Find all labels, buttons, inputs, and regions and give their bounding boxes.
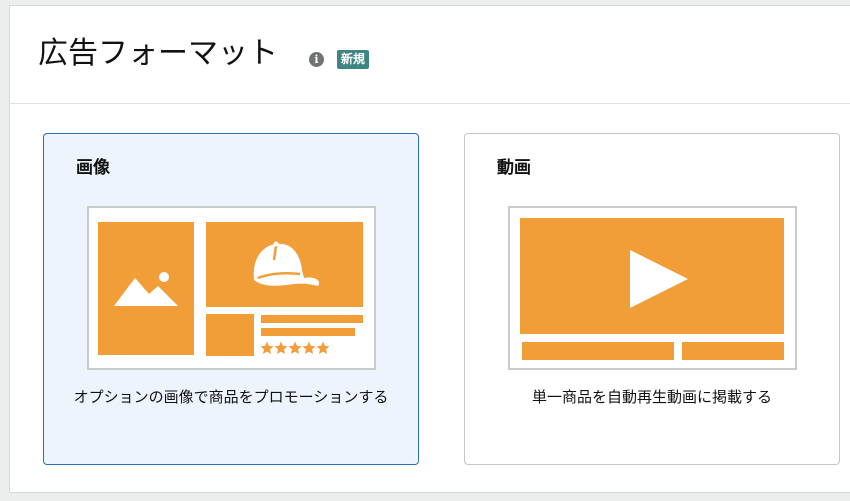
image-format-card[interactable]: 画像 オプションの画像で商品をプロモーションする: [43, 133, 419, 465]
video-ad-illustration: [508, 206, 797, 370]
ad-format-panel: 広告フォーマット i 新規 画像 オプションの画像で商品をプロモーションする 動…: [9, 5, 850, 493]
text-line-1: [261, 315, 363, 323]
text-line-2: [261, 328, 355, 336]
video-caption-bar-2: [682, 342, 784, 360]
video-player-block: [520, 218, 784, 334]
page-title: 広告フォーマット: [38, 36, 278, 71]
new-badge: 新規: [337, 50, 370, 69]
product-image-block: [206, 222, 363, 307]
image-placeholder-block: [98, 222, 194, 355]
play-icon: [630, 250, 688, 308]
cap-icon: [253, 241, 320, 286]
star-rating-icon: [260, 341, 330, 354]
mountain-image-icon: [114, 272, 178, 306]
video-caption-bar-1: [522, 342, 674, 360]
panel-header: 広告フォーマット i 新規: [10, 6, 850, 104]
card-description-image: オプションの画像で商品をプロモーションする: [73, 388, 389, 406]
card-title-image: 画像: [76, 158, 110, 178]
card-description-video: 単一商品を自動再生動画に掲載する: [531, 388, 772, 406]
card-title-video: 動画: [497, 158, 531, 178]
info-icon[interactable]: i: [309, 52, 324, 67]
video-format-card[interactable]: 動画 単一商品を自動再生動画に掲載する: [464, 133, 840, 465]
thumbnail-block: [206, 314, 254, 356]
image-ad-illustration: [87, 206, 376, 370]
